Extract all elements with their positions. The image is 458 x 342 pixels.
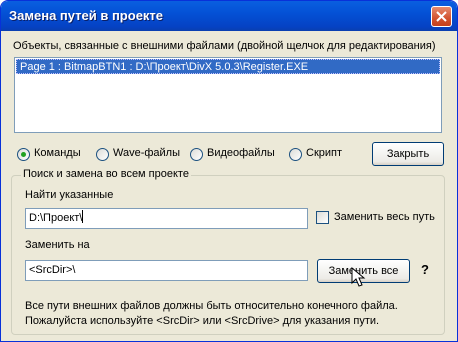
replace-whole-path-label: Заменить весь путь	[334, 211, 435, 223]
mouse-cursor-icon	[351, 267, 366, 287]
find-label: Найти указанные	[25, 189, 114, 201]
window-title: Замена путей в проекте	[9, 8, 164, 23]
radio-indicator	[190, 148, 203, 161]
radio-label: Wave-файлы	[113, 147, 181, 159]
note-line-2: Пожалуйста используйте <SrcDir> или <Src…	[25, 315, 380, 327]
radio-indicator	[17, 148, 30, 161]
group-title: Поиск и замена во всем проекте	[21, 168, 191, 180]
radio-label: Команды	[34, 147, 81, 159]
dialog-window: Замена путей в проекте Объекты, связанны…	[0, 0, 458, 342]
radio-label: Скрипт	[306, 147, 343, 159]
replace-label: Заменить на	[25, 239, 90, 251]
radio-indicator	[289, 148, 302, 161]
find-input[interactable]: D:\Проект\	[25, 208, 308, 229]
replace-input-value: <SrcDir>\	[29, 264, 76, 276]
close-icon	[436, 11, 447, 22]
radio-indicator	[96, 148, 109, 161]
objects-listbox[interactable]: Page 1 : BitmapBTN1 : D:\Проект\DivX 5.0…	[14, 57, 442, 133]
help-icon[interactable]: ?	[421, 262, 429, 277]
radio-label: Видеофайлы	[207, 147, 275, 159]
objects-label: Объекты, связанные с внешними файлами (д…	[13, 40, 436, 52]
note-line-1: Все пути внешних файлов должны быть отно…	[25, 300, 398, 312]
close-window-button[interactable]	[431, 6, 452, 27]
close-button[interactable]: Закрыть	[372, 142, 444, 166]
replace-input[interactable]: <SrcDir>\	[25, 260, 308, 281]
find-input-value: D:\Проект\	[29, 212, 83, 224]
replace-whole-path-checkbox[interactable]	[316, 211, 329, 224]
list-item[interactable]: Page 1 : BitmapBTN1 : D:\Проект\DivX 5.0…	[16, 59, 440, 74]
text-cursor	[82, 210, 84, 223]
title-bar[interactable]: Замена путей в проекте	[1, 1, 457, 31]
